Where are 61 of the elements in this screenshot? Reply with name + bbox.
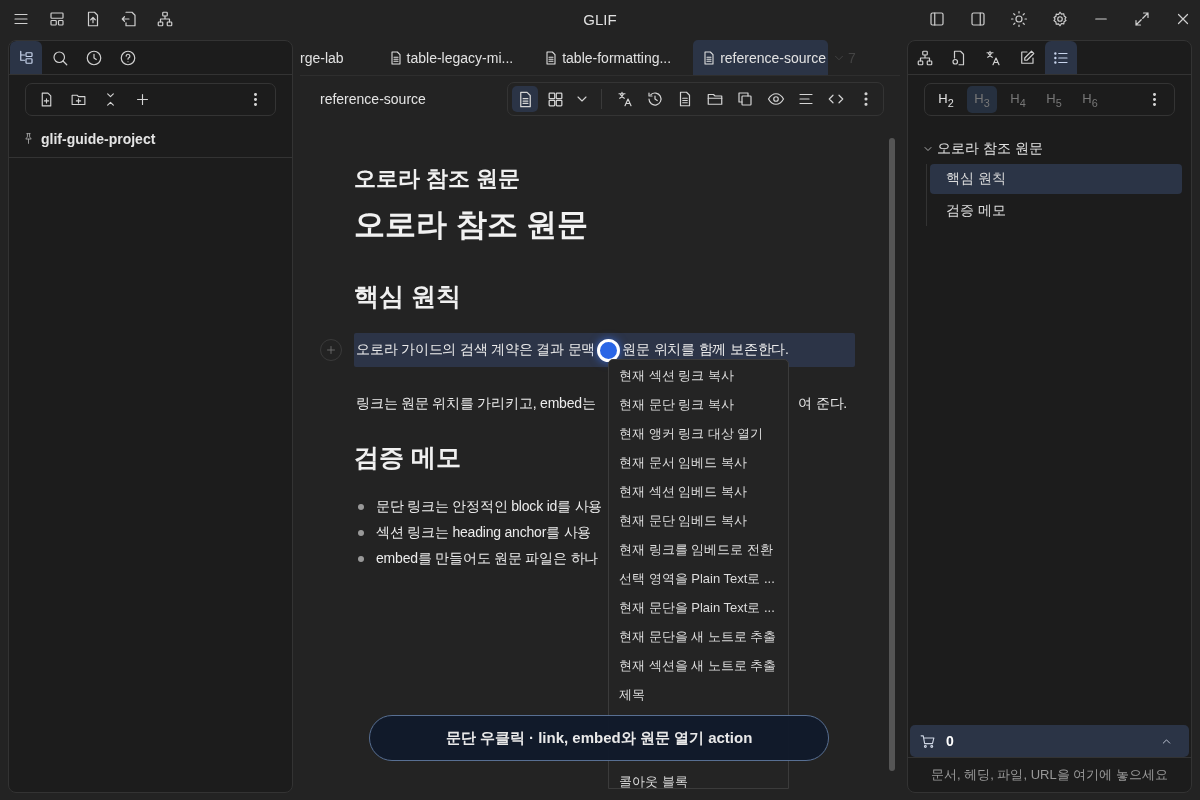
file-tab[interactable]: reference-source [693, 40, 828, 75]
menu-item[interactable]: 현재 섹션을 새 노트로 추출 [609, 651, 788, 680]
paragraph-text: 원문 위치를 함께 보존한다. [622, 341, 789, 359]
section-heading: 검증 메모 [354, 442, 461, 473]
outline-item[interactable]: 오로라 참조 원문 [922, 134, 1182, 164]
window-title: GLIF [583, 10, 617, 28]
menu-item[interactable]: 콜아웃 블록 [609, 767, 788, 788]
cart-icon [919, 732, 936, 750]
document-title: reference-source [320, 91, 426, 107]
menu-item[interactable]: 현재 섹션 링크 복사 [609, 361, 788, 390]
file-tree-icon [17, 48, 35, 67]
menu-item[interactable]: 현재 문단을 새 노트로 추출 [609, 622, 788, 651]
menu-item[interactable]: 현재 링크를 임베드로 전환 [609, 535, 788, 564]
edit-icon [1018, 48, 1036, 67]
paragraph-text: 여 준다. [798, 395, 847, 413]
bullet-icon [358, 504, 364, 510]
drop-zone-hint: 문서, 헤딩, 파일, URL을 여기에 놓으세요 [908, 757, 1191, 792]
search-icon [51, 48, 69, 67]
pin-icon [22, 132, 35, 145]
help-icon [119, 48, 137, 67]
hint-toast: 문단 우클릭 · link, embed와 원문 열기 action [369, 715, 829, 761]
menu-item[interactable]: 제목 [609, 680, 788, 709]
heading-level-button[interactable]: H$_{6}$ [1075, 86, 1105, 113]
menu-item[interactable]: 현재 앵커 링크 대상 열기 [609, 419, 788, 448]
file-tab[interactable]: table-legacy-mi... [379, 40, 522, 75]
menu-item[interactable]: 현재 섹션 임베드 복사 [609, 477, 788, 506]
list-tab[interactable] [1045, 41, 1077, 74]
menu-item[interactable]: 현재 문단 임베드 복사 [609, 506, 788, 535]
section-heading: 핵심 원칙 [354, 281, 461, 312]
cart-count: 0 [946, 733, 954, 749]
bullet-icon [358, 556, 364, 562]
translate-icon [984, 48, 1002, 67]
heading-level-button[interactable]: H$_{2}$ [931, 86, 961, 113]
heading-level-button[interactable]: H$_{5}$ [1039, 86, 1069, 113]
list-item: embed를 만들어도 원문 파일은 하나 [376, 550, 599, 568]
list-item: 문단 링크는 안정적인 block id를 사용 [376, 498, 603, 516]
heading-level-button[interactable]: H$_{4}$ [1003, 86, 1033, 113]
hierarchy-icon [916, 48, 934, 67]
menu-item[interactable]: 현재 문단 링크 복사 [609, 390, 788, 419]
paragraph: 오로라 가이드의 검색 계약은 결과 문맥 [356, 341, 596, 359]
document-heading: 오로라 참조 원문 [354, 165, 521, 193]
bullet-icon [358, 530, 364, 536]
plus-icon [325, 344, 337, 356]
project-item[interactable]: glif-guide-project [9, 120, 292, 158]
file-tab[interactable]: rge-lab [300, 40, 352, 75]
list-item: 섹션 링크는 heading anchor를 사용 [376, 524, 592, 542]
clock-icon [85, 48, 103, 67]
cursor-dot [597, 338, 621, 362]
paragraph: 링크는 원문 위치를 가리키고, embed는 [356, 395, 596, 413]
menu-item[interactable]: 현재 문단을 Plain Text로 ... [609, 593, 788, 622]
heading: 오로라 참조 원문 [354, 206, 589, 244]
file-tab[interactable]: table-formatting... [535, 40, 680, 75]
menu-item[interactable]: 현재 문서 임베드 복사 [609, 448, 788, 477]
file-tree-tab[interactable] [10, 41, 42, 74]
scrollbar-thumb[interactable] [889, 138, 895, 771]
menu-item[interactable]: 선택 영역을 Plain Text로 ... [609, 564, 788, 593]
cart-bar[interactable]: 0 [910, 725, 1189, 757]
project-name: glif-guide-project [41, 130, 156, 147]
outline-item[interactable]: 핵심 원칙 [930, 164, 1182, 194]
outline-item[interactable]: 검증 메모 [930, 196, 1182, 226]
document-view-button[interactable] [512, 86, 539, 112]
